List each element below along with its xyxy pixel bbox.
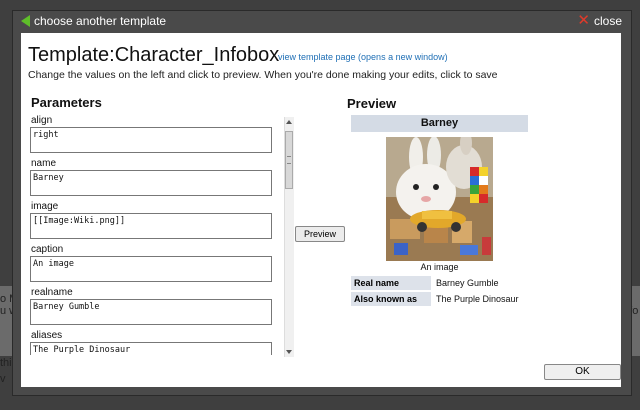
close-button[interactable]: ✕ close	[577, 12, 622, 29]
preview-heading: Preview	[347, 96, 397, 111]
close-icon: ✕	[577, 12, 590, 29]
parameters-heading: Parameters	[31, 95, 102, 110]
infobox-key: Also known as	[351, 292, 431, 306]
parameters-scrollbar[interactable]	[284, 117, 294, 357]
infobox-key: Real name	[351, 276, 431, 290]
scroll-down-icon[interactable]	[286, 350, 292, 354]
preview-button[interactable]: Preview	[295, 226, 345, 242]
infobox-row: Also known as The Purple Dinosaur	[351, 292, 531, 306]
back-label: choose another template	[34, 14, 167, 28]
toy-photo	[386, 137, 493, 261]
field-label: aliases	[31, 330, 63, 341]
ok-button[interactable]: OK	[544, 364, 621, 380]
field-label: caption	[31, 244, 64, 255]
choose-another-template-link[interactable]: choose another template	[21, 14, 166, 28]
field-label: image	[31, 201, 59, 212]
infobox-caption: An image	[420, 262, 459, 272]
grip-icon	[287, 156, 291, 164]
name-input[interactable]: Barney	[30, 170, 272, 196]
field-label: align	[31, 115, 53, 126]
close-label: close	[593, 14, 622, 28]
realname-input[interactable]: Barney Gumble	[30, 299, 272, 325]
field-aliases: aliases The Purple Dinosaur	[29, 330, 283, 355]
template-dialog: choose another template ✕ close Template…	[12, 10, 632, 396]
aliases-input[interactable]: The Purple Dinosaur	[30, 342, 272, 355]
caption-input[interactable]: An image	[30, 256, 272, 282]
infobox-image	[386, 137, 493, 261]
instructions-text: Change the values on the left and click …	[28, 69, 498, 81]
field-align: align right	[29, 115, 283, 153]
dialog-content: Template:Character_Infobox view template…	[21, 33, 621, 387]
infobox-row: Real name Barney Gumble	[351, 276, 531, 290]
dialog-titlebar: choose another template ✕ close	[13, 11, 631, 33]
field-image: image [[Image:Wiki.png]]	[29, 201, 283, 239]
field-name: name Barney	[29, 158, 283, 196]
field-realname: realname Barney Gumble	[29, 287, 283, 325]
parameters-list: align right name Barney image [[Image:Wi…	[29, 115, 292, 355]
bg-fragment: v	[0, 373, 6, 385]
infobox-value: Barney Gumble	[436, 278, 499, 288]
field-caption: caption An image	[29, 244, 283, 282]
scroll-up-icon[interactable]	[286, 120, 292, 124]
infobox-title: Barney	[351, 115, 528, 132]
infobox-value: The Purple Dinosaur	[436, 294, 519, 304]
field-label: realname	[31, 287, 73, 298]
template-title: Template:Character_Infobox	[28, 44, 280, 66]
view-template-page-link[interactable]: view template page (opens a new window)	[278, 52, 448, 62]
align-input[interactable]: right	[30, 127, 272, 153]
scrollbar-thumb[interactable]	[285, 131, 293, 189]
image-input[interactable]: [[Image:Wiki.png]]	[30, 213, 272, 239]
field-label: name	[31, 158, 57, 169]
back-arrow-icon	[21, 15, 30, 27]
